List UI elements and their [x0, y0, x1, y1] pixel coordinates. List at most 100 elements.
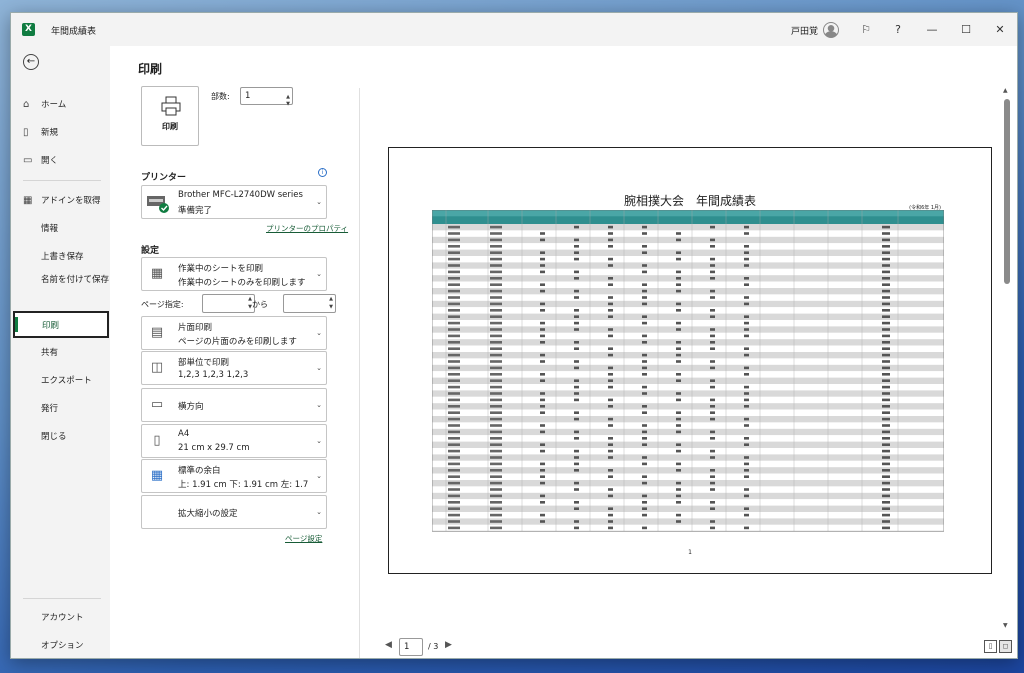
table-cell-mark: [642, 353, 647, 357]
orientation-dropdown[interactable]: ▭ 横方向 ⌄: [141, 388, 327, 422]
feedback-icon[interactable]: ⚐: [855, 19, 877, 41]
paper-size-dropdown[interactable]: ▯ A4 21 cm x 29.7 cm ⌄: [141, 424, 327, 458]
table-cell-mark: [882, 270, 890, 274]
scroll-thumb[interactable]: [1004, 99, 1010, 284]
table-cell-mark: [676, 283, 681, 286]
table-row: [432, 422, 944, 429]
spin-down-icon[interactable]: ▼: [329, 304, 333, 310]
sidebar-item-options[interactable]: オプション: [11, 633, 110, 658]
sidebar-item-get-addins[interactable]: ▦ アドインを取得: [11, 188, 110, 214]
page-title: 印刷: [138, 62, 163, 76]
close-button[interactable]: ✕: [989, 19, 1011, 41]
table-cell-mark: [490, 507, 502, 510]
scaling-dropdown[interactable]: 拡大縮小の設定 ⌄: [141, 495, 327, 529]
table-cell-mark: [490, 238, 502, 242]
printer-dropdown[interactable]: Brother MFC-L2740DW series 準備完了 ⌄: [141, 185, 327, 219]
page-setup-link[interactable]: ページ設定: [285, 533, 322, 544]
page-range-from-input[interactable]: ▲ ▼: [202, 294, 255, 313]
table-cell-mark: [676, 462, 681, 466]
table-cell-mark: [882, 462, 890, 466]
table-cell-mark: [490, 411, 502, 414]
table-cell-mark: [882, 353, 890, 357]
table-cell-mark: [540, 462, 545, 466]
table-cell-mark: [882, 385, 890, 389]
table-cell-mark: [882, 225, 890, 229]
margins-dropdown[interactable]: ▦ 標準の余白 上: 1.91 cm 下: 1.91 cm 左: 1.78 cm…: [141, 459, 327, 493]
page-range-to-input[interactable]: ▲ ▼: [283, 294, 336, 313]
table-row: [432, 403, 944, 410]
help-button[interactable]: ?: [887, 19, 909, 41]
sidebar-item-save-as[interactable]: 名前を付けて保存: [11, 272, 110, 302]
collate-dropdown[interactable]: ◫ 部単位で印刷 1,2,3 1,2,3 1,2,3 ⌄: [141, 351, 327, 385]
sidebar-item-info[interactable]: 情報: [11, 216, 110, 242]
table-cell-mark: [490, 353, 502, 357]
spin-up-icon[interactable]: ▲: [329, 296, 333, 302]
back-arrow-icon[interactable]: ←: [23, 54, 39, 70]
current-page-input[interactable]: 1: [399, 638, 423, 656]
table-cell-mark: [744, 437, 749, 440]
sidebar-item-account[interactable]: アカウント: [11, 605, 110, 631]
next-page-icon[interactable]: ▶: [445, 640, 452, 650]
sidebar-item-save[interactable]: 上書き保存: [11, 244, 110, 270]
printer-properties-link[interactable]: プリンターのプロパティ: [266, 223, 348, 234]
excel-window: X 年間成績表 戸田覚 ⚐ ? — ☐ ✕ ← ⌂ ホーム ▯ 新規 ▭ 開く ▦ アド…: [10, 12, 1018, 659]
table-cell-mark: [490, 520, 502, 523]
table-cell-mark: [882, 232, 890, 235]
table-cell-mark: [642, 296, 647, 299]
show-margins-icon[interactable]: ▯: [984, 640, 997, 653]
sidebar-item-close[interactable]: 閉じる: [11, 424, 110, 450]
table-cell-mark: [710, 430, 715, 434]
table-cell-mark: [710, 238, 715, 242]
print-what-dropdown[interactable]: ▦ 作業中のシートを印刷 作業中のシートのみを印刷します ⌄: [141, 257, 327, 291]
sides-dropdown[interactable]: ▤ 片面印刷 ページの片面のみを印刷します ⌄: [141, 316, 327, 350]
table-cell-mark: [676, 257, 681, 261]
table-cell-mark: [448, 437, 460, 440]
table-cell-mark: [744, 225, 749, 229]
scroll-up-icon[interactable]: ▲: [1003, 87, 1008, 94]
table-cell-mark: [574, 245, 579, 248]
user-avatar-icon[interactable]: [823, 22, 839, 38]
maximize-button[interactable]: ☐: [955, 19, 977, 41]
scroll-down-icon[interactable]: ▼: [1003, 622, 1008, 629]
table-cell-mark: [882, 264, 890, 267]
table-cell-mark: [448, 309, 460, 312]
user-name[interactable]: 戸田覚: [791, 24, 818, 37]
table-cell-mark: [574, 417, 579, 421]
table-cell-mark: [540, 392, 545, 395]
sidebar-item-open[interactable]: ▭ 開く: [11, 148, 110, 174]
table-cell-mark: [448, 277, 460, 280]
table-cell-mark: [448, 405, 460, 408]
table-cell-mark: [882, 257, 890, 261]
table-cell-mark: [710, 245, 715, 248]
settings-heading: 設定: [141, 246, 160, 256]
table-cell-mark: [744, 494, 749, 498]
copies-input[interactable]: 1 ▲ ▼: [240, 87, 293, 107]
table-row: [432, 486, 944, 493]
sidebar-item-publish[interactable]: 発行: [11, 396, 110, 422]
sidebar-item-home[interactable]: ⌂ ホーム: [11, 92, 110, 118]
table-cell-mark: [490, 481, 502, 485]
sidebar-item-export[interactable]: エクスポート: [11, 368, 110, 394]
table-cell-mark: [608, 302, 613, 306]
table-cell-mark: [540, 405, 545, 408]
table-cell-mark: [448, 456, 460, 459]
table-cell-mark: [882, 443, 890, 446]
sidebar-item-share[interactable]: 共有: [11, 340, 110, 366]
spin-down-icon[interactable]: ▼: [286, 96, 290, 112]
table-cell-mark: [642, 430, 647, 434]
table-row: [432, 377, 944, 384]
table-cell-mark: [710, 501, 715, 504]
sidebar-item-new[interactable]: ▯ 新規: [11, 120, 110, 146]
preview-scrollbar[interactable]: ▲ ▼: [1003, 87, 1010, 632]
minimize-button[interactable]: —: [921, 19, 943, 41]
zoom-to-page-icon[interactable]: ◻: [999, 640, 1012, 653]
preview-page: 腕相撲大会 年間成績表 (令和6年 1月) 1: [388, 147, 992, 574]
table-cell-mark: [676, 417, 681, 421]
print-button[interactable]: 印刷: [141, 86, 199, 146]
table-cell-mark: [882, 341, 890, 344]
table-cell-mark: [574, 526, 579, 530]
table-cell-mark: [540, 475, 545, 478]
previous-page-icon[interactable]: ◀: [385, 640, 392, 650]
info-icon[interactable]: i: [318, 168, 327, 177]
sidebar-item-print[interactable]: 印刷: [13, 311, 109, 338]
